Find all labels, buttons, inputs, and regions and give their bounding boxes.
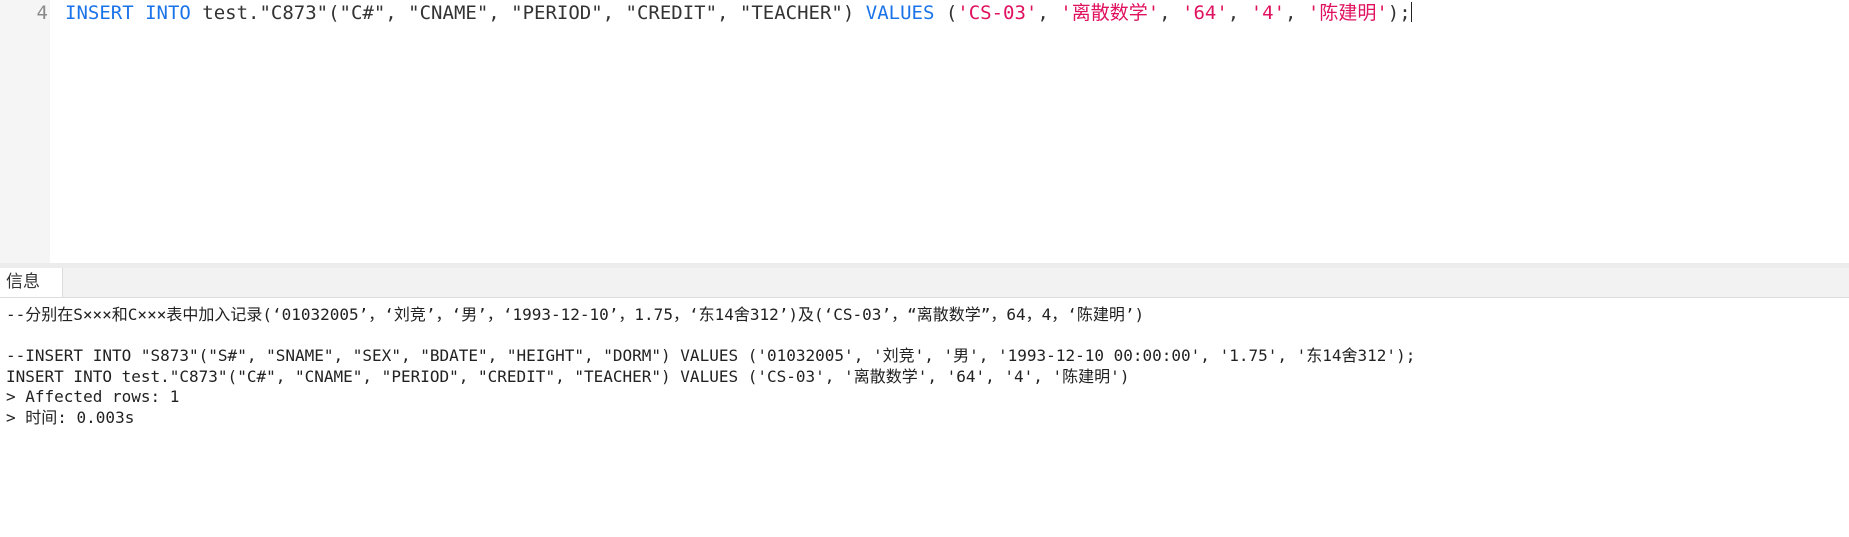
sql-text: , — [1227, 2, 1251, 24]
sql-text: , — [1037, 2, 1061, 24]
output-line: > Affected rows: 1 — [6, 387, 180, 406]
sql-text: , — [1159, 2, 1183, 24]
sql-text: ); — [1387, 2, 1411, 24]
message-output: --分别在S×××和C×××表中加入记录(‘01032005’，‘刘竞’，‘男’… — [6, 305, 1415, 428]
sql-string-literal: '陈建明' — [1307, 2, 1388, 24]
results-tab-bar: 信息 — [0, 268, 1849, 298]
output-line: --分别在S×××和C×××表中加入记录(‘01032005’，‘刘竞’，‘男’… — [6, 305, 1145, 324]
line-number-gutter: 4 — [0, 0, 50, 263]
sql-string-literal: 'CS-03' — [957, 2, 1038, 24]
sql-text: , — [1285, 2, 1308, 24]
output-line: --INSERT INTO "S873"("S#", "SNAME", "SEX… — [6, 346, 1416, 365]
sql-text: test."C873"("C#", "CNAME", "PERIOD", "CR… — [190, 2, 866, 24]
tab-info[interactable]: 信息 — [0, 268, 63, 297]
sql-string-literal: '4' — [1250, 2, 1286, 24]
sql-string-literal: '64' — [1182, 2, 1228, 24]
code-line[interactable]: INSERT INTO test."C873"("C#", "CNAME", "… — [65, 2, 1412, 24]
sql-string-literal: '离散数学' — [1060, 2, 1160, 24]
text-cursor — [1410, 2, 1412, 22]
sql-keyword: VALUES — [865, 2, 935, 24]
sql-text: ( — [934, 2, 958, 24]
sql-keyword: INSERT INTO — [65, 2, 191, 24]
output-line: > 时间: 0.003s — [6, 407, 135, 427]
sql-editor[interactable]: 4 INSERT INTO test."C873"("C#", "CNAME",… — [0, 0, 1849, 263]
output-line: INSERT INTO test."C873"("C#", "CNAME", "… — [6, 366, 1130, 386]
line-number: 4 — [36, 2, 48, 24]
